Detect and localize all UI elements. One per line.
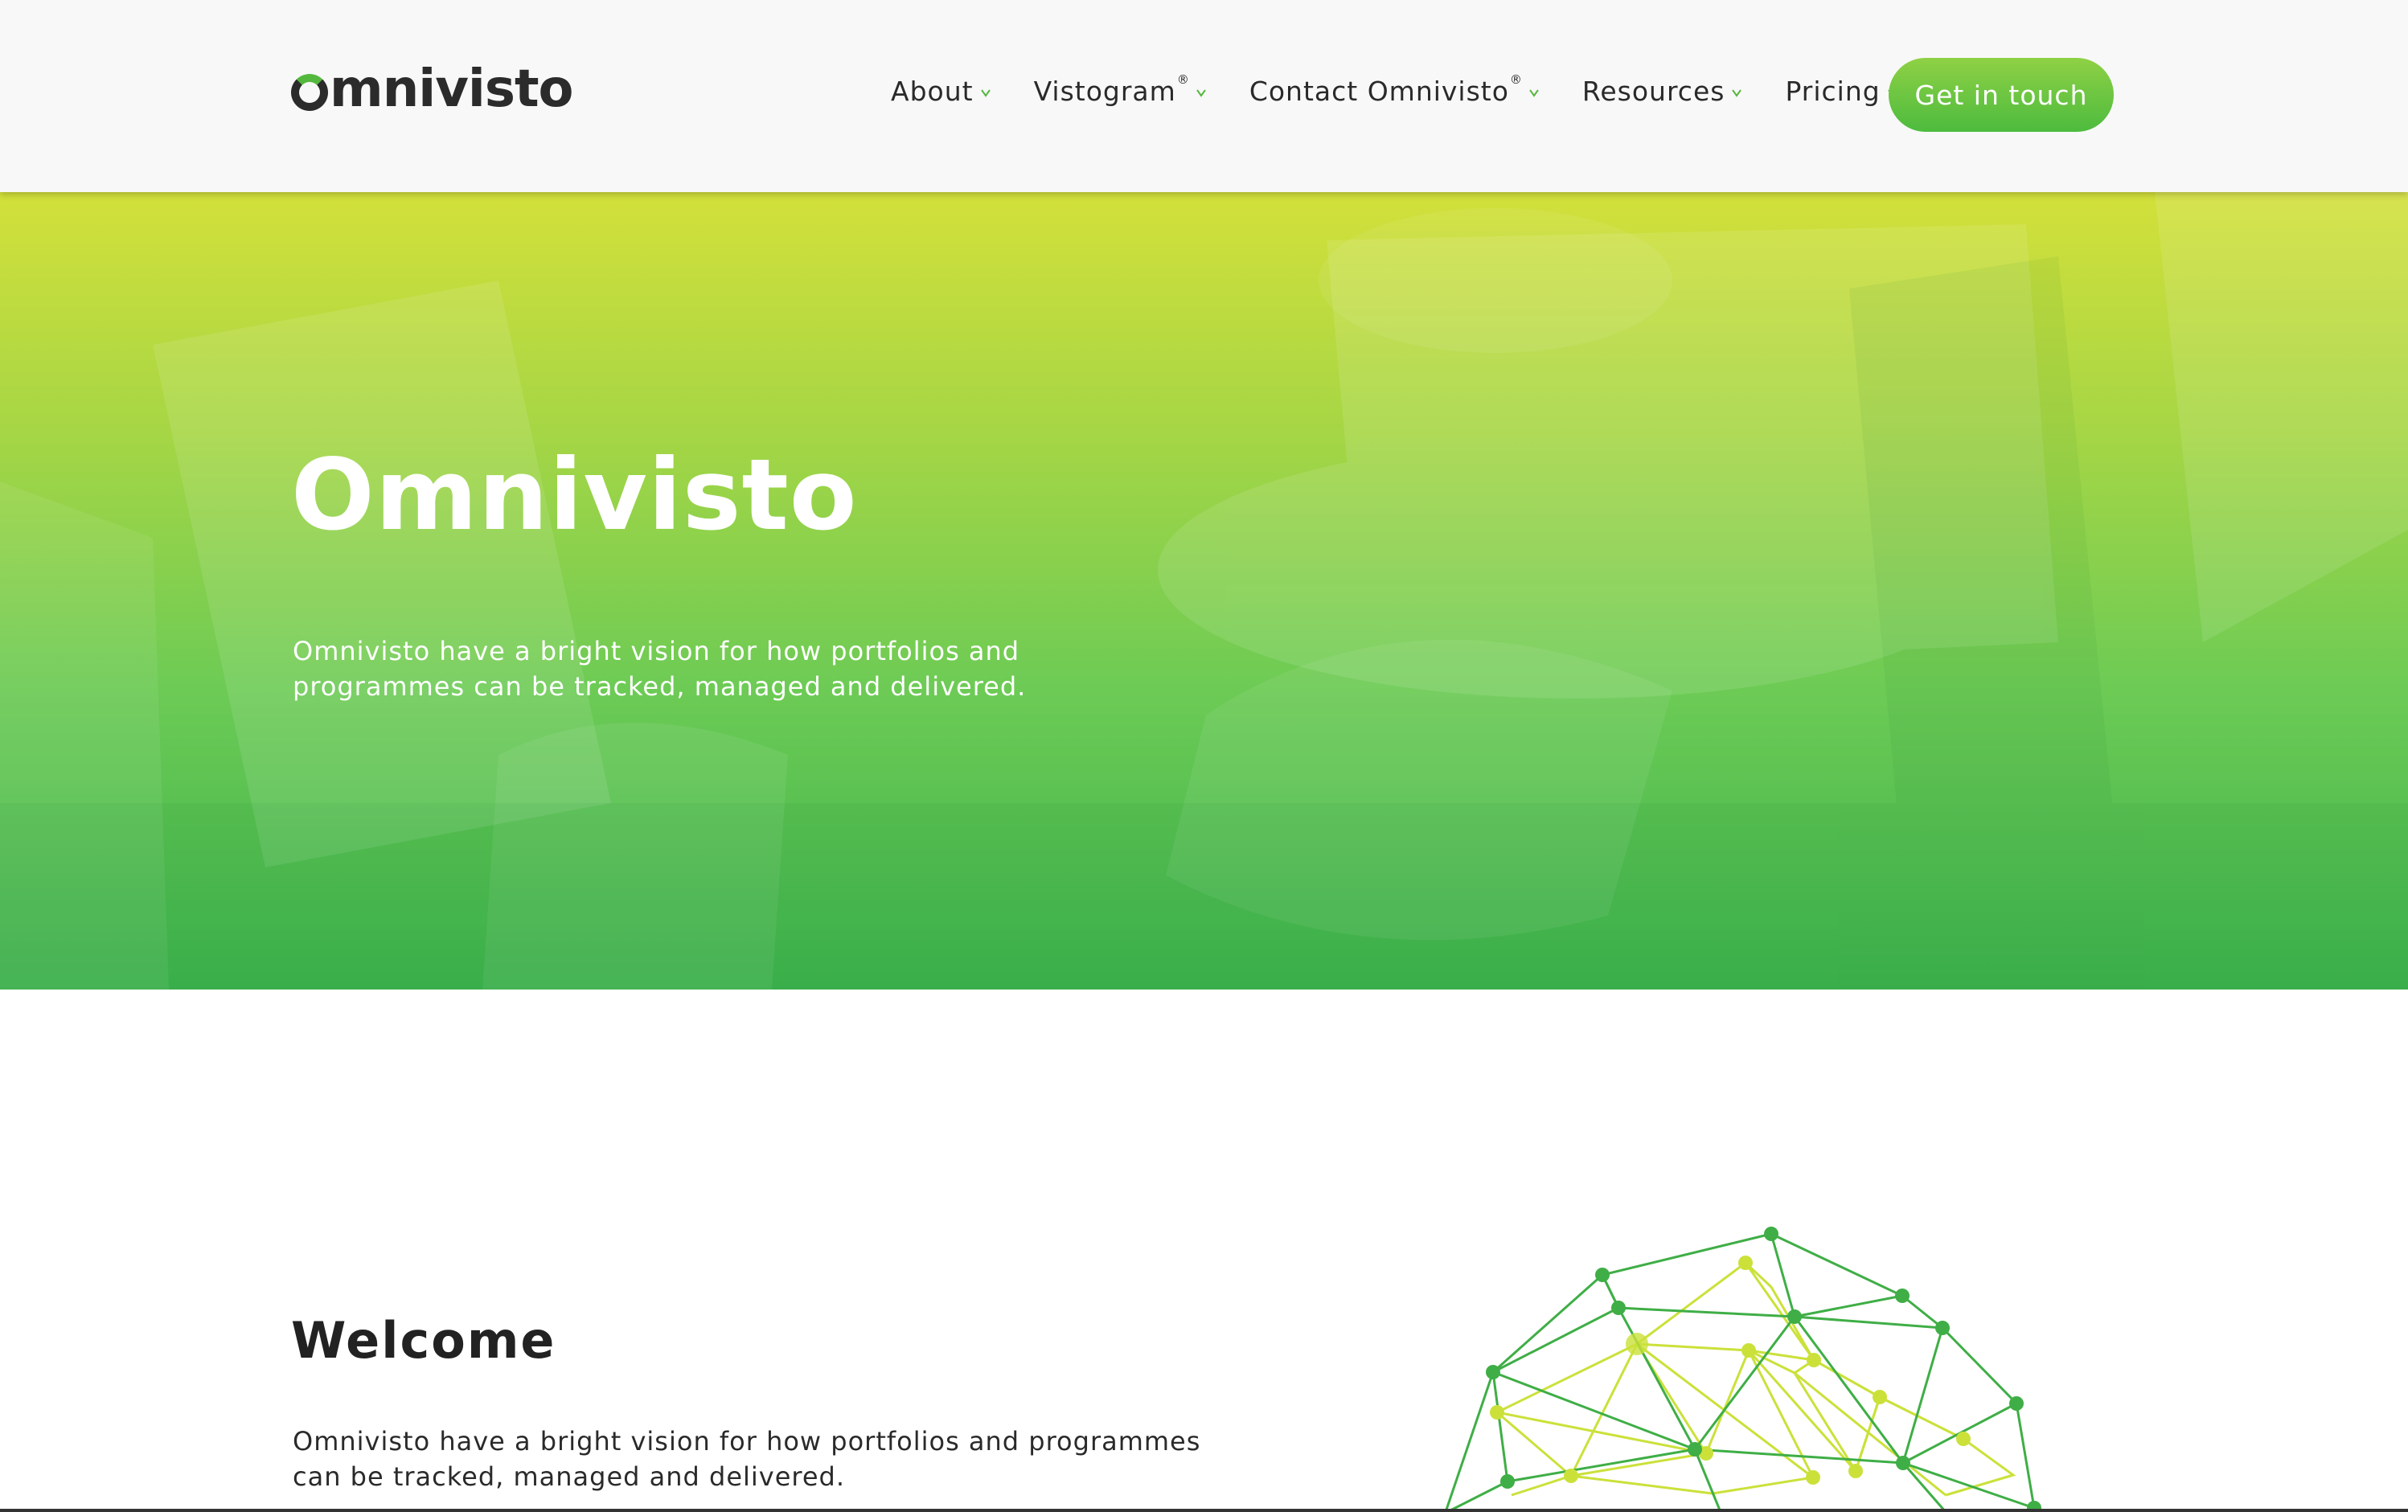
nav-item-label: Resources [1581, 75, 1725, 107]
page-bottom-divider [0, 1509, 2408, 1512]
chevron-down-icon [1732, 88, 1742, 97]
nav-item-about[interactable]: About [891, 76, 991, 107]
nav-item-vistogram[interactable]: Vistogram ® [1033, 72, 1206, 107]
welcome-title: Welcome [291, 1311, 556, 1370]
registered-mark: ® [1176, 72, 1190, 87]
hero-description: Omnivisto have a bright vision for how p… [293, 636, 1027, 702]
geodesic-globe-icon [1444, 1227, 2041, 1512]
nav-item-label: Contact Omnivisto [1249, 75, 1509, 107]
hero-background-photo [0, 192, 2408, 990]
nav-item-pricing[interactable]: Pricing [1785, 76, 1897, 107]
chevron-down-icon [1196, 88, 1206, 97]
logo-wordmark: mnivisto [330, 59, 573, 119]
logo-o-ring-icon [291, 74, 328, 111]
nav-item-label: Pricing [1785, 75, 1881, 107]
welcome-description: Omnivisto have a bright vision for how p… [293, 1426, 1201, 1492]
site-header: mnivisto About Vistogram ® Contact Omniv… [0, 0, 2408, 192]
chevron-down-icon [1529, 88, 1539, 97]
hero-title: Omnivisto [291, 438, 858, 552]
omnivisto-logo[interactable]: mnivisto [291, 63, 573, 116]
get-in-touch-button[interactable]: Get in touch [1889, 58, 2114, 132]
chevron-down-icon [980, 88, 991, 97]
nav-item-label: Vistogram [1033, 75, 1176, 107]
registered-mark: ® [1509, 72, 1523, 87]
nav-item-contact-omnivisto[interactable]: Contact Omnivisto ® [1249, 72, 1539, 107]
main-nav: About Vistogram ® Contact Omnivisto ® Re… [891, 71, 1897, 111]
nav-item-label: About [891, 75, 974, 107]
nav-item-resources[interactable]: Resources [1582, 76, 1742, 107]
hero-banner: Omnivisto Omnivisto have a bright vision… [0, 192, 2408, 990]
